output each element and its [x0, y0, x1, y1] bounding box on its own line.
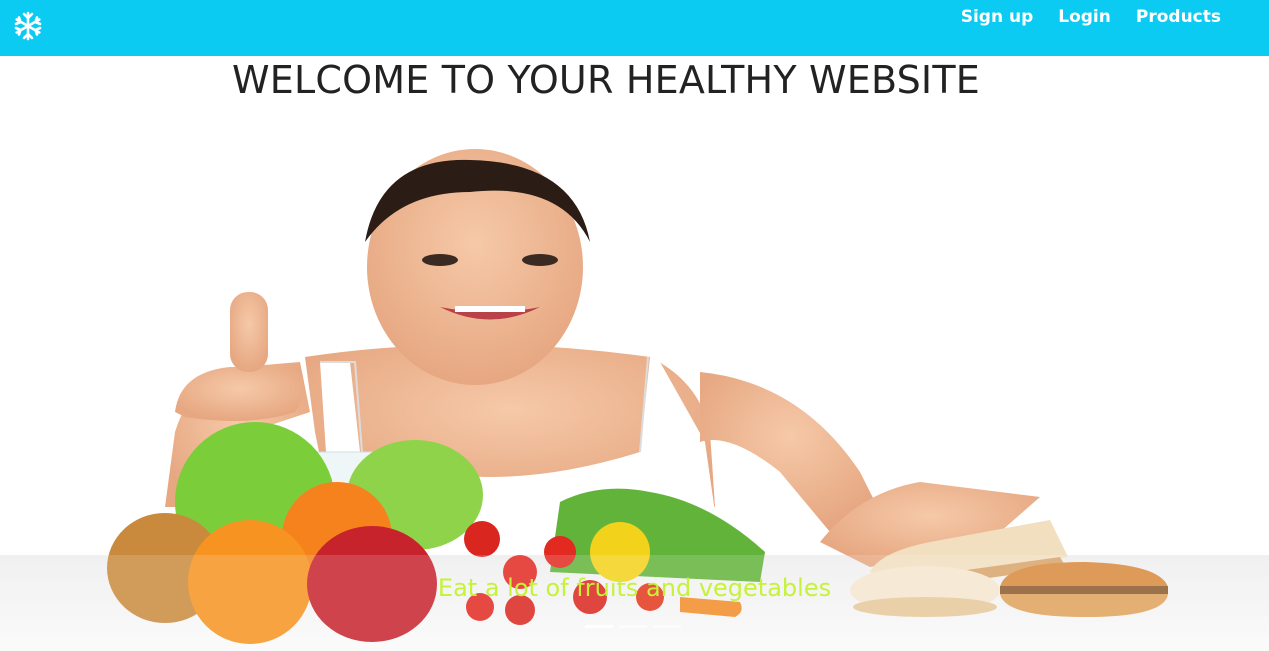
nav-link-signup[interactable]: Sign up — [961, 6, 1034, 28]
hero-image — [0, 112, 1269, 651]
carousel-caption: Eat a lot of fruits and vegetables — [437, 574, 832, 602]
page-title: WELCOME TO YOUR HEALTHY WEBSITE — [232, 58, 980, 102]
carousel-indicator-1[interactable] — [585, 625, 613, 628]
snowflake-icon[interactable] — [12, 10, 44, 42]
carousel-indicators — [585, 625, 681, 628]
nav-links: Sign up Login Products — [961, 6, 1221, 28]
navbar: Sign up Login Products — [0, 0, 1269, 56]
carousel-indicator-2[interactable] — [619, 625, 647, 628]
nav-link-login[interactable]: Login — [1058, 6, 1111, 28]
nav-link-products[interactable]: Products — [1136, 6, 1221, 28]
carousel-indicator-3[interactable] — [653, 625, 681, 628]
hero-carousel[interactable]: Eat a lot of fruits and vegetables — [0, 112, 1269, 651]
